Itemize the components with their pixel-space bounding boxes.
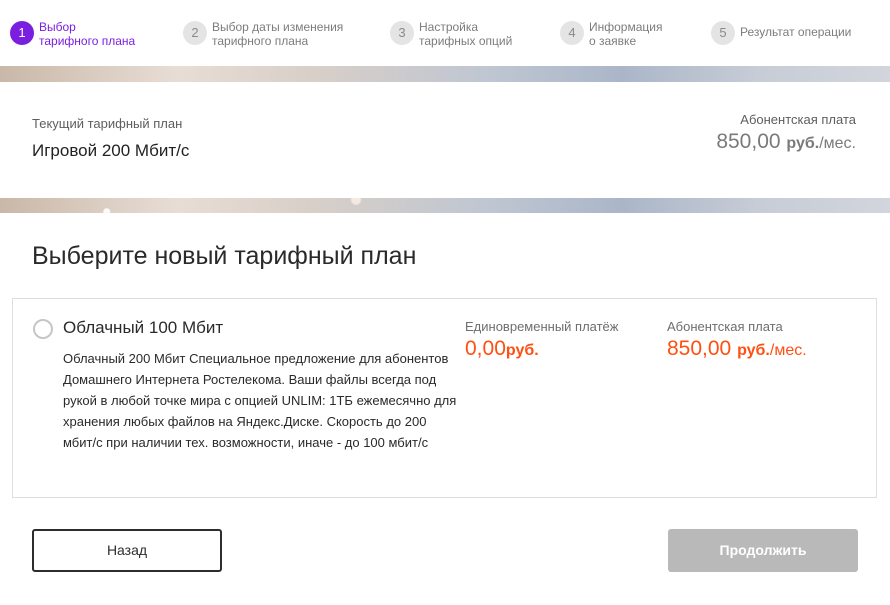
current-plan-name: Игровой 200 Мбит/с: [32, 141, 190, 160]
step-label: Настройка тарифных опций: [419, 20, 513, 48]
monthly-amount: 850,00: [667, 337, 732, 360]
back-button[interactable]: Назад: [32, 529, 222, 572]
current-fee-value: 850,00 руб./мес.: [716, 130, 856, 154]
plan-radio-button[interactable]: [33, 319, 53, 339]
step-label: Информация о заявке: [589, 20, 663, 48]
step-4: 4 Информация о заявке: [560, 20, 662, 48]
step-number: 3: [390, 21, 414, 45]
monthly-currency: руб.: [737, 342, 770, 359]
current-fee-period: /мес.: [819, 135, 856, 152]
monthly-period: /мес.: [769, 342, 807, 359]
current-fee-currency: руб.: [786, 135, 820, 152]
current-fee-label: Абонентская плата: [740, 112, 856, 127]
current-fee-amount: 850,00: [716, 130, 781, 153]
step-number: 4: [560, 21, 584, 45]
step-label: Выбор тарифного плана: [39, 20, 136, 48]
onetime-amount: 0,00: [465, 337, 506, 360]
step-2: 2 Выбор даты изменения тарифного плана: [183, 20, 343, 48]
step-number: 1: [10, 21, 34, 45]
step-5: 5 Результат операции: [711, 20, 851, 45]
progress-stepper: 1 Выбор тарифного плана 2 Выбор даты изм…: [0, 0, 890, 66]
plan-option[interactable]: Облачный 100 Мбит Облачный 200 Мбит Спец…: [12, 298, 877, 498]
step-number: 2: [183, 21, 207, 45]
onetime-currency: руб.: [505, 342, 539, 359]
monthly-fee-label: Абонентская плата: [667, 319, 783, 334]
continue-button[interactable]: Продолжить: [668, 529, 858, 572]
step-1: 1 Выбор тарифного плана: [10, 20, 135, 48]
step-label: Выбор даты изменения тарифного плана: [212, 20, 344, 48]
plan-selection-card: Выберите новый тарифный план Облачный 10…: [0, 213, 890, 605]
monthly-fee-value: 850,00 руб./мес.: [667, 337, 807, 361]
onetime-payment-label: Единовременный платёж: [465, 319, 619, 334]
current-plan-card: Текущий тарифный план Игровой 200 Мбит/с…: [0, 82, 890, 198]
plan-name: Облачный 100 Мбит: [63, 318, 224, 337]
onetime-payment-value: 0,00руб.: [465, 337, 539, 361]
step-label: Результат операции: [740, 25, 852, 39]
page-title: Выберите новый тарифный план: [32, 242, 417, 270]
step-number: 5: [711, 21, 735, 45]
plan-description: Облачный 200 Мбит Специальное предложени…: [63, 351, 457, 450]
current-plan-label: Текущий тарифный план: [32, 116, 183, 131]
step-3: 3 Настройка тарифных опций: [390, 20, 512, 48]
